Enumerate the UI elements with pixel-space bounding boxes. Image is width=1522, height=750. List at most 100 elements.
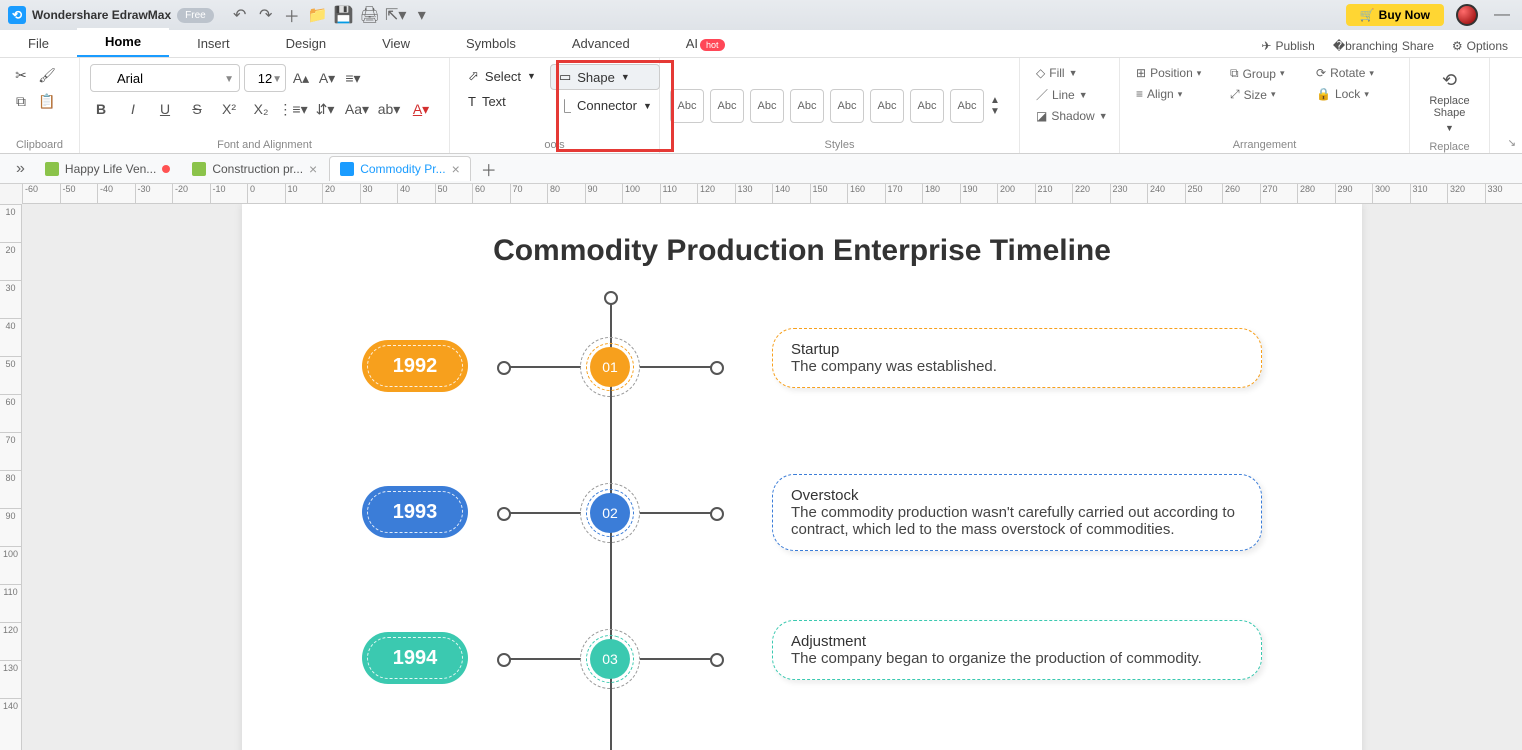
select-tool[interactable]: ⬀Select▼ xyxy=(460,64,544,88)
node-number[interactable]: 02 xyxy=(590,493,630,533)
underline-icon[interactable]: U xyxy=(154,98,176,120)
styles-up-icon[interactable]: ▲ xyxy=(990,95,1000,106)
page[interactable]: Commodity Production Enterprise Timeline… xyxy=(242,204,1362,750)
fill-button[interactable]: ◇Fill▼ xyxy=(1030,64,1083,82)
style-preset-2[interactable]: Abc xyxy=(710,89,744,123)
bold-icon[interactable]: B xyxy=(90,98,112,120)
print-icon[interactable]: 🖨 xyxy=(362,7,378,23)
description-box[interactable]: AdjustmentThe company began to organize … xyxy=(772,620,1262,680)
style-preset-1[interactable]: Abc xyxy=(670,89,704,123)
save-icon[interactable]: 💾 xyxy=(336,7,352,23)
doc-tab-3[interactable]: Commodity Pr... × xyxy=(329,156,471,181)
menu-view[interactable]: View xyxy=(354,30,438,57)
close-icon[interactable]: × xyxy=(309,161,317,177)
menu-symbols[interactable]: Symbols xyxy=(438,30,544,57)
style-preset-3[interactable]: Abc xyxy=(750,89,784,123)
highlight-icon[interactable]: ab▾ xyxy=(378,98,400,120)
group-button[interactable]: ⧉Group▾ xyxy=(1224,64,1300,83)
paste-icon[interactable]: 📋 xyxy=(36,90,58,112)
copy-icon[interactable]: ⧉ xyxy=(10,90,32,112)
menu-ai[interactable]: AIhot xyxy=(658,30,753,57)
year-pill[interactable]: 1992 xyxy=(362,340,468,392)
style-preset-8[interactable]: Abc xyxy=(950,89,984,123)
font-family-input[interactable] xyxy=(90,64,240,92)
tabs-overflow-icon[interactable]: » xyxy=(8,160,33,178)
description-body: The company began to organize the produc… xyxy=(791,650,1243,667)
node-number[interactable]: 01 xyxy=(590,347,630,387)
doc-tab-1[interactable]: Happy Life Ven... xyxy=(35,158,180,180)
close-icon[interactable]: × xyxy=(452,161,460,177)
styles-dialog-launcher-icon[interactable]: ↘ xyxy=(1508,138,1516,149)
timeline-node[interactable]: 1993 02 OverstockThe commodity production … xyxy=(242,444,1362,590)
new-icon[interactable]: ＋ xyxy=(284,7,300,23)
new-tab-icon[interactable]: ＋ xyxy=(473,157,505,181)
replace-shape-label: Replace Shape xyxy=(1428,95,1471,119)
subscript-icon[interactable]: X₂ xyxy=(250,98,272,120)
share-label: Share xyxy=(1402,39,1434,53)
node-number[interactable]: 03 xyxy=(590,639,630,679)
timeline-node[interactable]: 1992 01 StartupThe company was established… xyxy=(242,298,1362,444)
font-color-icon[interactable]: A▾ xyxy=(410,98,432,120)
options-button[interactable]: ⚙Options xyxy=(1452,39,1508,53)
buy-now-button[interactable]: 🛒 Buy Now xyxy=(1346,4,1444,26)
align-dropdown-icon[interactable]: ≡▾ xyxy=(342,67,364,89)
style-preset-5[interactable]: Abc xyxy=(830,89,864,123)
menu-advanced[interactable]: Advanced xyxy=(544,30,658,57)
ruler-tick: 10 xyxy=(0,204,21,242)
styles-down-icon[interactable]: ▼ xyxy=(990,106,1000,117)
superscript-icon[interactable]: X² xyxy=(218,98,240,120)
description-box[interactable]: StartupThe company was established. xyxy=(772,328,1262,388)
rotate-button[interactable]: ⟳Rotate▾ xyxy=(1310,64,1386,82)
minimize-icon[interactable]: — xyxy=(1490,6,1514,24)
increase-font-icon[interactable]: A▴ xyxy=(290,67,312,89)
menu-design[interactable]: Design xyxy=(258,30,354,57)
menu-insert[interactable]: Insert xyxy=(169,30,258,57)
menu-file[interactable]: File xyxy=(0,30,77,57)
document-tabs: » Happy Life Ven... Construction pr... ×… xyxy=(0,154,1522,184)
shape-tool[interactable]: ▭Shape▼ xyxy=(550,64,660,90)
style-preset-6[interactable]: Abc xyxy=(870,89,904,123)
open-icon[interactable]: 📁 xyxy=(310,7,326,23)
timeline-node[interactable]: 1994 03 AdjustmentThe company began to org… xyxy=(242,590,1362,736)
redo-icon[interactable]: ↷ xyxy=(258,7,274,23)
cut-icon[interactable]: ✂ xyxy=(10,64,32,86)
shadow-button[interactable]: ◪Shadow▼ xyxy=(1030,107,1114,125)
qat-dropdown-icon[interactable]: ▾ xyxy=(414,7,430,23)
doc-tab-2[interactable]: Construction pr... × xyxy=(182,157,327,181)
connector-tool[interactable]: ⎿Connector▼ xyxy=(550,92,660,119)
ruler-tick: 80 xyxy=(0,470,21,508)
align-button[interactable]: ≡Align▾ xyxy=(1130,85,1214,103)
font-family-select[interactable]: 🔍 ▼ xyxy=(90,64,240,92)
canvas[interactable]: Commodity Production Enterprise Timeline… xyxy=(22,204,1522,750)
description-box[interactable]: OverstockThe commodity production wasn't… xyxy=(772,474,1262,551)
format-painter-icon[interactable]: 🖌 xyxy=(36,64,58,86)
bullets-icon[interactable]: ⋮≡▾ xyxy=(282,98,304,120)
style-preset-7[interactable]: Abc xyxy=(910,89,944,123)
user-avatar[interactable] xyxy=(1456,4,1478,26)
description-body: The company was established. xyxy=(791,358,1243,375)
year-pill[interactable]: 1994 xyxy=(362,632,468,684)
share-button[interactable]: �branchingShare xyxy=(1333,39,1434,53)
menu-home[interactable]: Home xyxy=(77,28,169,57)
ruler-tick: 30 xyxy=(0,280,21,318)
undo-icon[interactable]: ↶ xyxy=(232,7,248,23)
replace-shape-button[interactable]: ⟲ Replace Shape ▼ xyxy=(1420,64,1479,139)
case-icon[interactable]: Aa▾ xyxy=(346,98,368,120)
publish-button[interactable]: ✈Publish xyxy=(1261,39,1314,53)
font-size-select[interactable]: ▼ xyxy=(244,64,286,92)
size-button[interactable]: ⤢Size▾ xyxy=(1224,85,1300,104)
decrease-font-icon[interactable]: A▾ xyxy=(316,67,338,89)
ruler-tick: 130 xyxy=(0,660,21,698)
shadow-icon: ◪ xyxy=(1036,109,1047,123)
line-icon: ／ xyxy=(1036,86,1048,103)
text-tool[interactable]: TText xyxy=(460,90,544,113)
line-button[interactable]: ／Line▼ xyxy=(1030,84,1094,105)
line-spacing-icon[interactable]: ⇵▾ xyxy=(314,98,336,120)
export-icon[interactable]: ⇱▾ xyxy=(388,7,404,23)
position-button[interactable]: ⊞Position▾ xyxy=(1130,64,1214,82)
year-pill[interactable]: 1993 xyxy=(362,486,468,538)
lock-button[interactable]: 🔒Lock▾ xyxy=(1310,85,1386,103)
style-preset-4[interactable]: Abc xyxy=(790,89,824,123)
strikethrough-icon[interactable]: S xyxy=(186,98,208,120)
italic-icon[interactable]: I xyxy=(122,98,144,120)
